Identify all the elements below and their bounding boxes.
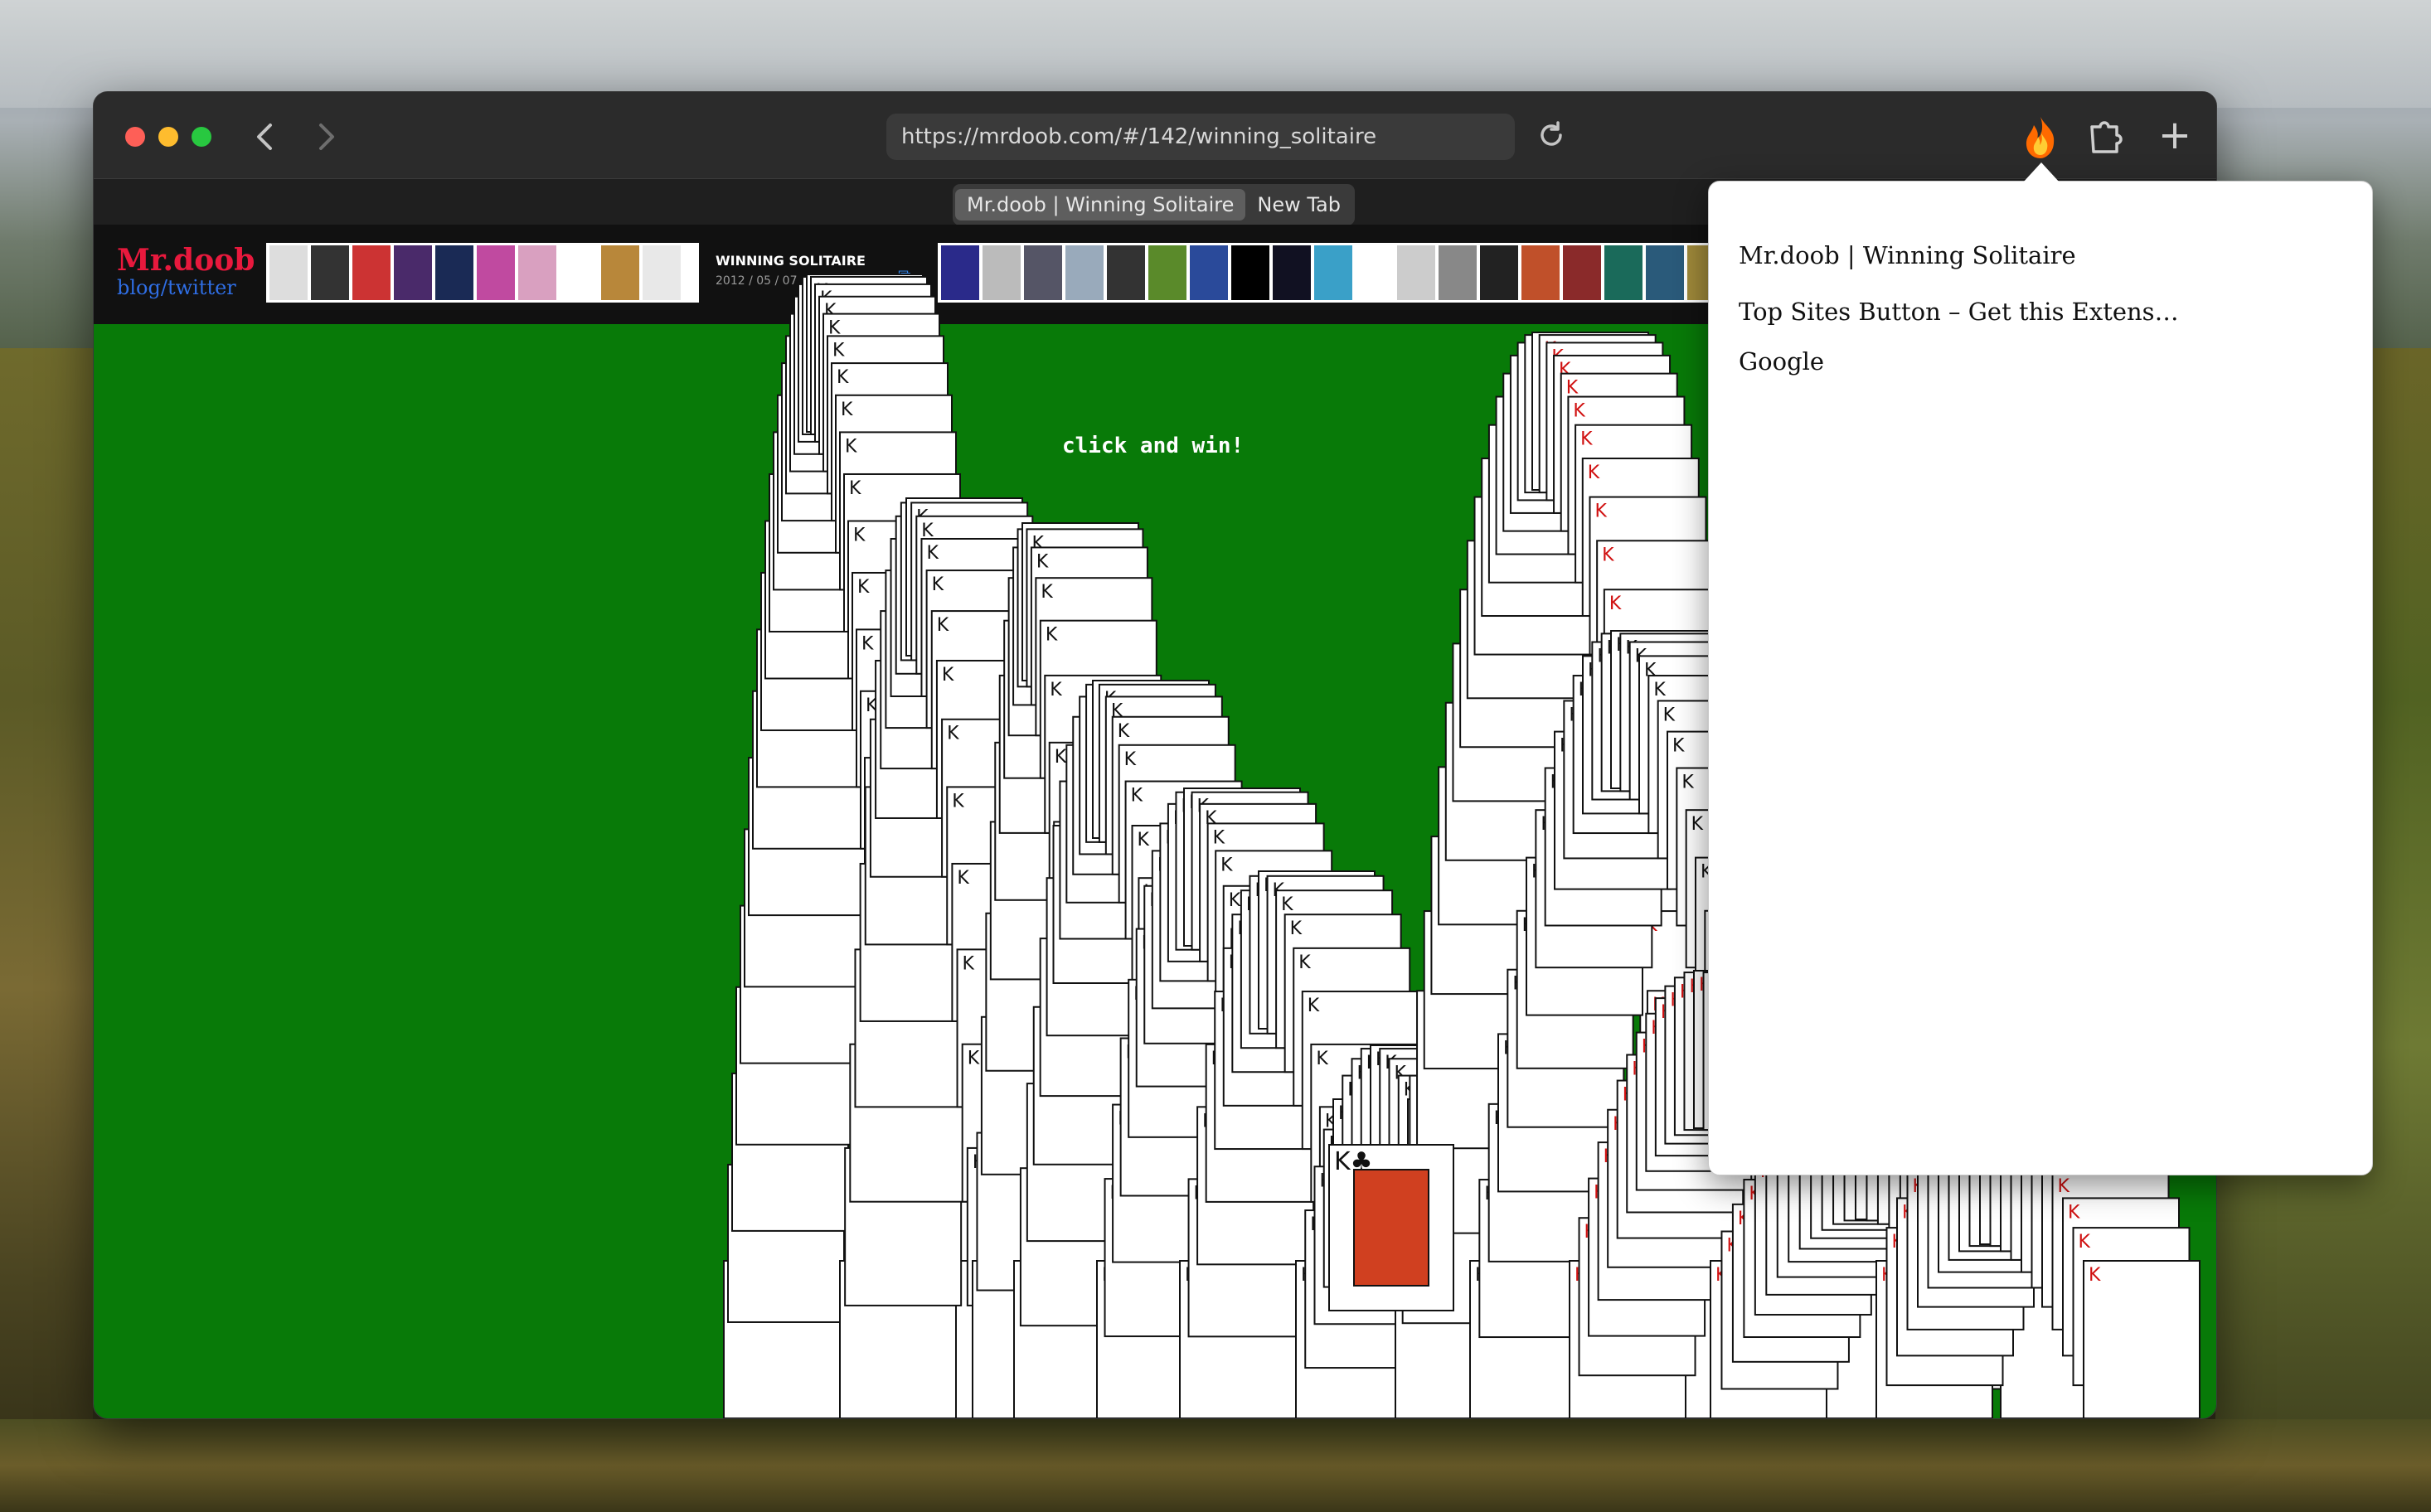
- popup-item-winning-solitaire[interactable]: Mr.doob | Winning Solitaire: [1739, 241, 2076, 269]
- card-trail-rank: K: [1691, 814, 1704, 835]
- card-trail-rank: K: [952, 791, 964, 812]
- close-window-button[interactable]: [125, 127, 145, 147]
- card-trail-rank: K: [1609, 594, 1622, 614]
- card-trail-rank: K: [968, 1049, 980, 1069]
- card-trail-rank: K: [963, 953, 975, 974]
- card-trail-rank: K: [2058, 1176, 2070, 1197]
- card-trail-rank: K: [932, 574, 944, 595]
- popup-item-google[interactable]: Google: [1739, 347, 1824, 376]
- chevron-left-icon[interactable]: [247, 119, 284, 155]
- card-trail-rank: K: [1653, 680, 1666, 700]
- top-sites-popup: Mr.doob | Winning Solitaire Top Sites Bu…: [1708, 181, 2373, 1175]
- card-trail-rank: K: [947, 724, 959, 744]
- card-trail-rank: K: [2079, 1232, 2091, 1253]
- titlebar: https://mrdoob.com/#/142/winning_solitai…: [94, 92, 2216, 178]
- desktop-wallpaper-bottom: [0, 1419, 2431, 1512]
- plus-icon[interactable]: +: [2155, 114, 2195, 160]
- reload-icon[interactable]: [1533, 117, 1570, 153]
- card-trail-rank: K: [1298, 952, 1311, 973]
- king-rank-text: K♣: [1334, 1147, 1373, 1176]
- card-trail-rank: K: [1308, 996, 1320, 1016]
- card-trail-rank: K: [1663, 705, 1676, 725]
- card-trail-rank: K: [1602, 545, 1614, 565]
- card-trail-rank: K: [1566, 378, 1579, 399]
- click-and-win-text: click and win!: [1062, 434, 1245, 458]
- popup-arrow: [2023, 162, 2060, 182]
- card-trail-rank: K: [837, 367, 849, 388]
- card-trail: [2083, 1260, 2201, 1418]
- card-trail-rank: K: [957, 868, 969, 889]
- card-trail-rank: K: [1118, 721, 1130, 742]
- minimize-window-button[interactable]: [158, 127, 178, 147]
- card-trail-rank: K: [1036, 551, 1049, 572]
- card-trail-rank: K: [1672, 736, 1685, 757]
- card-trail-rank: K: [1316, 1049, 1328, 1069]
- card-trail-rank: K: [841, 400, 853, 420]
- card-trail-rank: K: [1124, 749, 1137, 770]
- card-trail-rank: K: [1050, 680, 1062, 700]
- card-trail-rank: K: [1594, 502, 1607, 522]
- tab-new-tab[interactable]: New Tab: [1245, 189, 1352, 220]
- king-face-art: [1353, 1169, 1429, 1287]
- maximize-window-button[interactable]: [192, 127, 211, 147]
- card-trail-rank: K: [1681, 773, 1694, 793]
- tab-group: Mr.doob | Winning Solitaire New Tab: [953, 184, 1355, 225]
- card-trail-rank: K: [2068, 1202, 2080, 1223]
- card-trail-rank: K: [1131, 786, 1143, 807]
- card-trail-rank: K: [2089, 1265, 2101, 1286]
- fire-extension-icon[interactable]: [2017, 114, 2064, 160]
- card-trail-rank: K: [1588, 463, 1600, 483]
- puzzle-extension-icon[interactable]: [2085, 117, 2125, 157]
- card-trail-rank: K: [857, 577, 870, 598]
- card-trail-rank: K: [937, 615, 949, 636]
- card-trail-rank: K: [1290, 918, 1303, 939]
- card-trail-rank: K: [1281, 894, 1293, 915]
- card-trail-rank: K: [1213, 827, 1225, 848]
- popup-item-top-sites-button[interactable]: Top Sites Button – Get this Extens…: [1739, 298, 2179, 326]
- tab-winning-solitaire[interactable]: Mr.doob | Winning Solitaire: [955, 189, 1246, 220]
- card-trail-rank: K: [1138, 830, 1150, 850]
- card-trail-rank: K: [1220, 855, 1233, 875]
- card-trail-rank: K: [832, 340, 845, 361]
- card-trail-rank: K: [1229, 890, 1241, 911]
- card-trail-rank: K: [1055, 747, 1067, 768]
- card-trail-rank: K: [1046, 625, 1058, 646]
- card-trail-rank: K: [942, 665, 954, 686]
- card-trail-rank: K: [845, 436, 857, 457]
- card-trail-rank: K: [1041, 582, 1053, 603]
- card-trail-rank: K: [849, 478, 861, 499]
- card-trail-rank: K: [926, 543, 939, 564]
- chevron-right-icon[interactable]: [308, 119, 344, 155]
- card-trail-rank: K: [861, 633, 874, 654]
- card-trail-rank: K: [853, 526, 866, 546]
- card-trail-rank: K: [1573, 401, 1585, 422]
- card-trail-rank: K: [1580, 429, 1593, 450]
- desktop-wallpaper-left: [0, 348, 93, 1512]
- address-bar[interactable]: https://mrdoob.com/#/142/winning_solitai…: [886, 114, 1515, 160]
